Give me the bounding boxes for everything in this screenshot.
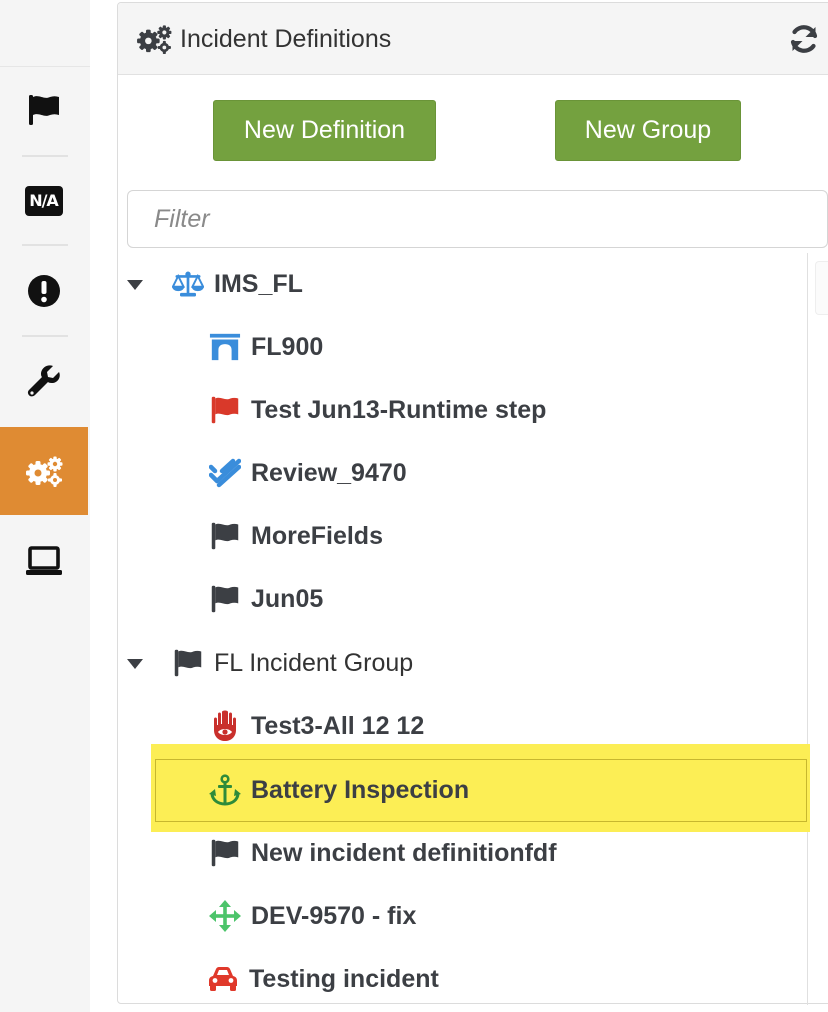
tree-item-label: Jun05: [251, 585, 324, 613]
panel-header: Incident Definitions: [118, 3, 828, 75]
left-nav-rail: N/A: [0, 0, 90, 1012]
tree-group-label: FL Incident Group: [214, 649, 414, 677]
tree-group-ims-fl[interactable]: IMS_FL: [172, 259, 303, 309]
tree-item-label: Review_9470: [251, 459, 407, 487]
new-definition-button[interactable]: New Definition: [213, 100, 436, 161]
check-double-icon: [209, 457, 241, 489]
refresh-button[interactable]: [786, 21, 822, 57]
archway-icon: [209, 331, 241, 363]
flag-icon: [209, 520, 241, 552]
flag-icon: [209, 583, 241, 615]
tree-item-label: New incident definitionfdf: [251, 839, 557, 867]
hamsa-icon: [209, 710, 241, 742]
rail-item-na[interactable]: N/A: [0, 157, 88, 245]
tree-item-label: Testing incident: [249, 965, 439, 993]
red-flag-icon: [209, 394, 241, 426]
exclamation-circle-icon: [24, 271, 64, 311]
tree-item[interactable]: MoreFields: [209, 511, 383, 561]
rail-separator: [22, 244, 68, 246]
tree-item[interactable]: New incident definitionfdf: [209, 828, 557, 878]
cogs-icon: [24, 451, 64, 491]
cogs-icon: [135, 23, 173, 60]
tree-item[interactable]: Review_9470: [209, 448, 407, 498]
collapse-toggle-ims-fl[interactable]: [126, 278, 144, 292]
tree-item-label: Test3-All 12 12: [251, 712, 425, 740]
tree-item[interactable]: Test Jun13-Runtime step: [209, 385, 546, 435]
tree-item[interactable]: Jun05: [209, 574, 323, 624]
tree-group-fl-incident-group[interactable]: FL Incident Group: [172, 638, 413, 688]
tree-scrollbar-divider: [807, 253, 808, 1005]
tree-item-label: Test Jun13-Runtime step: [251, 396, 547, 424]
rail-item-desktop[interactable]: [0, 517, 88, 605]
flag-icon: [24, 90, 64, 130]
tree-group-label: IMS_FL: [214, 270, 303, 298]
tree-item-label: Battery Inspection: [251, 776, 470, 804]
new-group-button[interactable]: New Group: [555, 100, 741, 161]
wrench-icon: [24, 361, 64, 401]
filter-input[interactable]: [127, 190, 828, 248]
caret-down-icon: [127, 659, 143, 669]
rail-item-alerts[interactable]: [0, 247, 88, 335]
collapse-toggle-fl-incident-group[interactable]: [126, 657, 144, 671]
tree-item[interactable]: DEV-9570 - fix: [209, 891, 416, 941]
flag-icon: [209, 837, 241, 869]
rail-item-settings[interactable]: [0, 427, 88, 515]
incident-definitions-panel: Incident Definitions New Definition New …: [117, 2, 828, 1005]
na-icon: N/A: [25, 186, 63, 216]
rail-item-tools[interactable]: [0, 337, 88, 425]
tree-item-label: FL900: [251, 333, 324, 361]
car-icon: [207, 963, 239, 995]
caret-down-icon: [127, 280, 143, 290]
refresh-icon: [790, 25, 818, 53]
tree-item-label: MoreFields: [251, 522, 383, 550]
arrows-icon: [209, 900, 241, 932]
tree-item-label: DEV-9570 - fix: [251, 902, 417, 930]
rail-item-flag[interactable]: [0, 66, 88, 154]
tree-item-selected[interactable]: Battery Inspection: [209, 765, 469, 815]
panel-title: Incident Definitions: [180, 25, 392, 53]
tree-item[interactable]: Testing incident: [207, 954, 439, 1004]
details-pane-edge: [815, 261, 828, 315]
tree-item[interactable]: FL900: [209, 322, 323, 372]
flag-icon: [172, 647, 204, 679]
laptop-icon: [24, 541, 64, 581]
balance-scale-icon: [172, 268, 204, 300]
anchor-icon: [209, 774, 241, 806]
